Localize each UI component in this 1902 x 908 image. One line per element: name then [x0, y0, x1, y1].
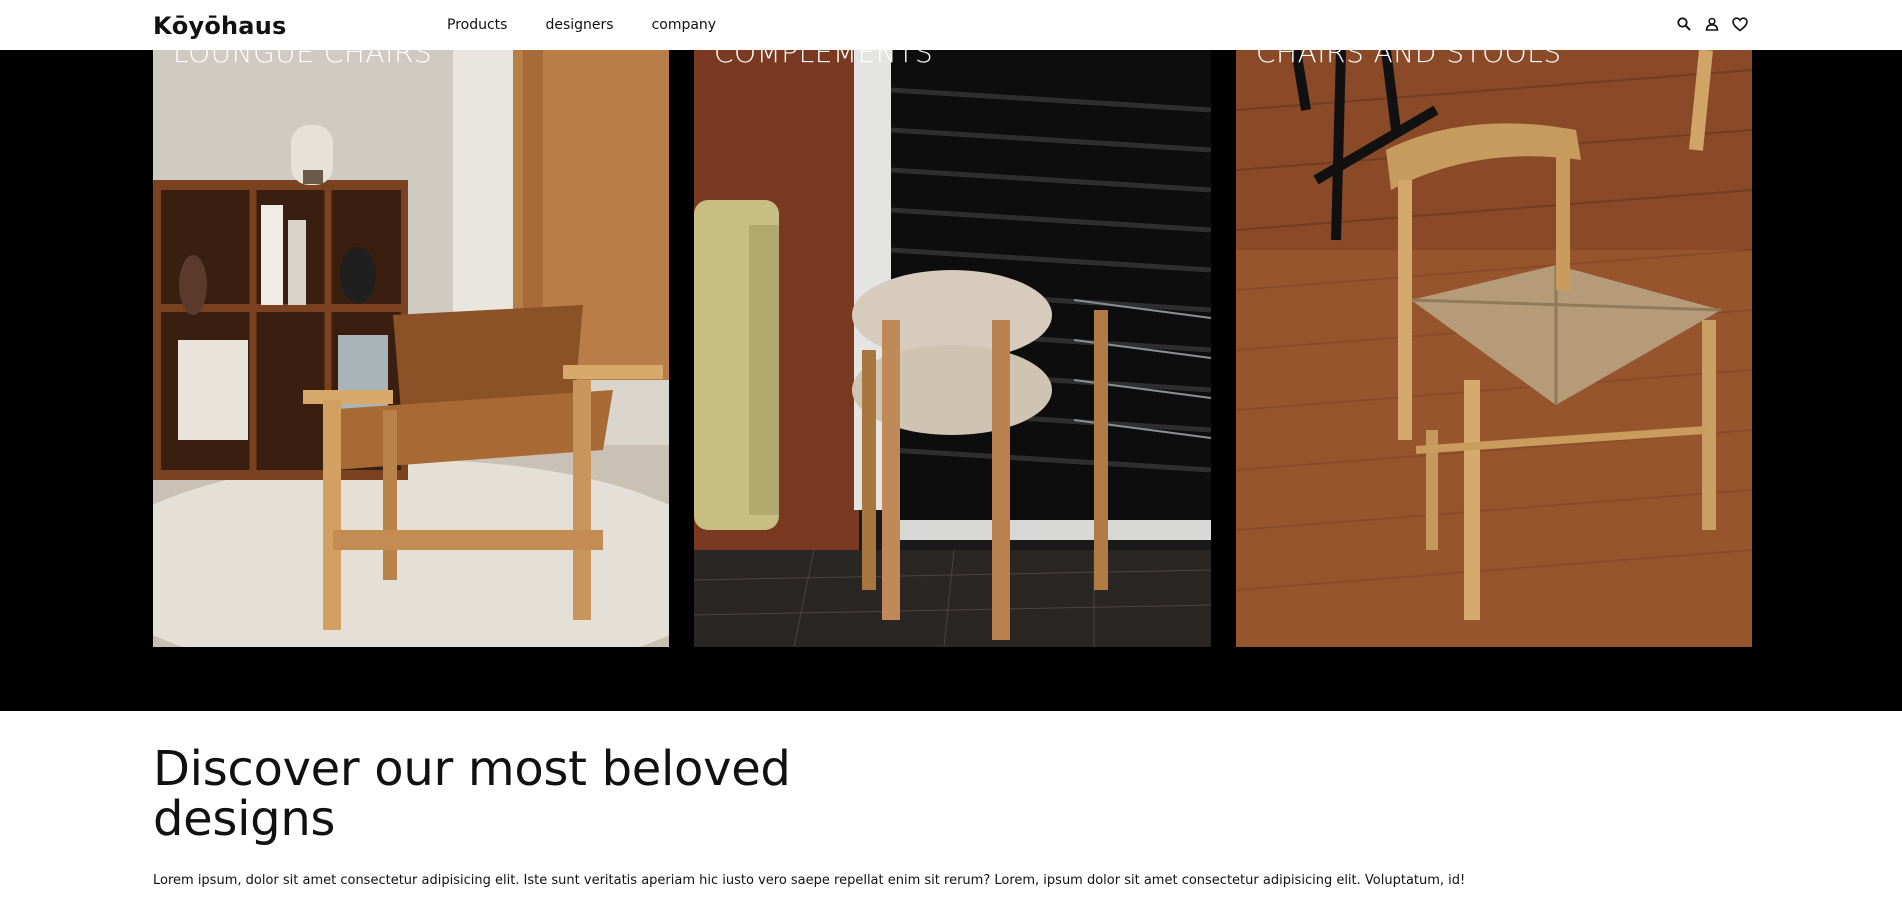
section-body-text: Lorem ipsum, dolor sit amet consectetur …	[153, 873, 1466, 888]
nav-designers[interactable]: designers	[545, 17, 613, 33]
nav-products[interactable]: Products	[447, 17, 507, 33]
category-card-lounge-chairs[interactable]: LOUNGUE CHAIRS	[153, 50, 669, 647]
search-icon[interactable]	[1675, 15, 1693, 33]
category-card-complements[interactable]: COMPLEMENTS	[694, 50, 1211, 647]
section-headline: Discover our most beloved designs	[153, 741, 791, 847]
site-header: Kōyōhaus Products designers company	[0, 0, 1902, 50]
category-card-chairs-and-stools[interactable]: CHAIRS AND STOOLS	[1236, 50, 1752, 647]
nav-company[interactable]: company	[652, 17, 717, 33]
category-label: LOUNGUE CHAIRS	[173, 50, 433, 69]
stool-image	[694, 50, 1211, 647]
brand-logo[interactable]: Kōyōhaus	[153, 12, 286, 40]
category-label: CHAIRS AND STOOLS	[1256, 50, 1562, 69]
main-nav: Products designers company	[447, 17, 754, 33]
lounge-chair-image	[153, 50, 669, 647]
heart-icon[interactable]	[1731, 15, 1749, 33]
category-label: COMPLEMENTS	[714, 50, 934, 69]
user-icon[interactable]	[1703, 15, 1721, 33]
header-icons	[1675, 15, 1749, 33]
chair-image	[1236, 50, 1752, 647]
